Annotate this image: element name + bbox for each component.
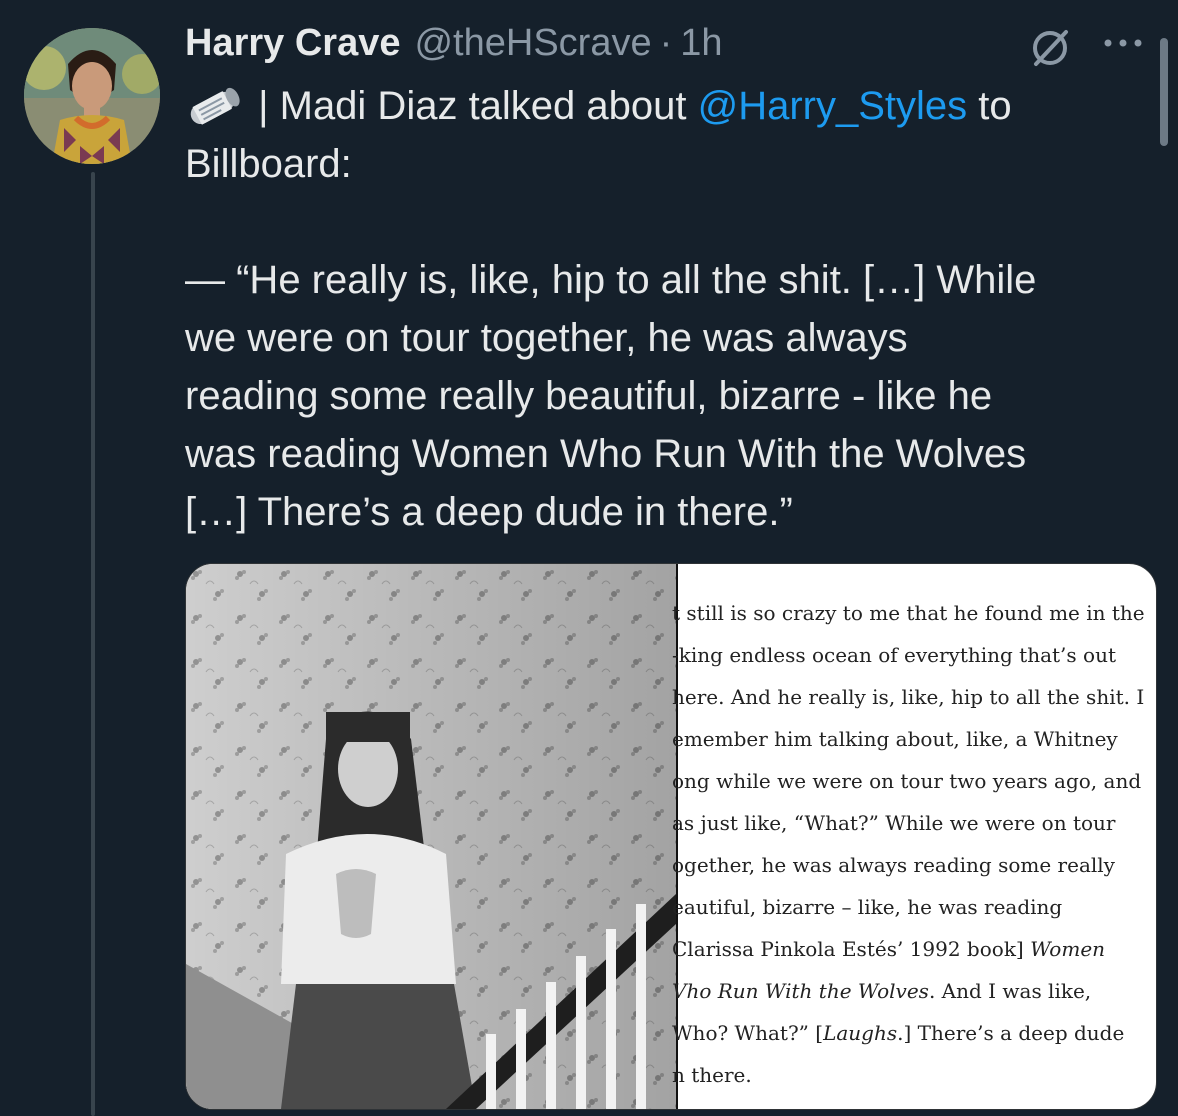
- grok-icon[interactable]: [1028, 26, 1072, 70]
- article-line-text: .] There’s a deep dude: [897, 1021, 1125, 1045]
- article-line: n there.: [672, 1063, 752, 1087]
- tweet-text-to: to: [967, 84, 1012, 128]
- quote-line: — “He really is, like, hip to all the sh…: [185, 258, 1037, 302]
- tweet-media[interactable]: t still is so crazy to me that he found …: [185, 563, 1157, 1110]
- article-italic-laughs: Laughs: [823, 1021, 898, 1045]
- article-line-text: Who? What?” [: [672, 1021, 824, 1045]
- article-italic-title: Vho Run With the Wolves: [672, 979, 929, 1003]
- tweet-line-2: Billboard:: [185, 142, 352, 186]
- quote-line: […] There’s a deep dude in there.”: [185, 490, 793, 534]
- article-line-text: . And I was like,: [928, 979, 1092, 1003]
- quote-line: was reading Women Who Run With the Wolve…: [185, 432, 1027, 476]
- article-line-text: Clarissa Pinkola Estés’ 1992 book]: [672, 937, 1031, 961]
- tweet-header: Harry Crave @theHScrave · 1h: [185, 18, 723, 68]
- avatar[interactable]: [24, 28, 160, 164]
- media-article-screenshot[interactable]: t still is so crazy to me that he found …: [672, 592, 1152, 1109]
- mention-link[interactable]: @Harry_Styles: [698, 84, 968, 128]
- timestamp[interactable]: 1h: [680, 18, 722, 68]
- rolled-newspaper-icon: [185, 85, 243, 125]
- separator-dot: ·: [659, 22, 673, 64]
- more-icon[interactable]: [1100, 28, 1146, 58]
- scrollbar[interactable]: [1160, 38, 1168, 146]
- tweet-text: | Madi Diaz talked about @Harry_Styles t…: [185, 77, 1145, 541]
- article-line: Vho Run With the Wolves. And I was like,: [672, 970, 1152, 1012]
- media-photo[interactable]: [186, 564, 676, 1109]
- quote-line: we were on tour together, he was always: [185, 316, 908, 360]
- avatar-image: [24, 28, 160, 164]
- author-handle[interactable]: @theHScrave: [414, 18, 651, 68]
- article-line: Clarissa Pinkola Estés’ 1992 book] Women: [672, 928, 1152, 970]
- thread-connector-line: [91, 172, 95, 1116]
- tweet-text-intro: | Madi Diaz talked about: [247, 84, 698, 128]
- quote-line: reading some really beautiful, bizarre -…: [185, 374, 993, 418]
- article-line: eautiful, bizarre – like, he was reading: [672, 895, 1063, 919]
- author-display-name[interactable]: Harry Crave: [185, 18, 400, 68]
- article-line: ogether, he was always reading some real…: [672, 853, 1115, 877]
- tweet-line-1: | Madi Diaz talked about @Harry_Styles t…: [185, 77, 1145, 135]
- article-line: t still is so crazy to me that he found …: [672, 601, 1145, 625]
- article-italic-title: Women: [1030, 937, 1106, 961]
- article-line: as just like, “What?” While we were on t…: [672, 811, 1116, 835]
- photo-image: [186, 564, 676, 1109]
- article-line: emember him talking about, like, a Whitn…: [672, 727, 1118, 751]
- article-line: Who? What?” [Laughs.] There’s a deep dud…: [672, 1012, 1152, 1054]
- article-line: here. And he really is, like, hip to all…: [672, 685, 1145, 709]
- article-line: -king endless ocean of everything that’s…: [672, 643, 1116, 667]
- article-line: ong while we were on tour two years ago,…: [672, 769, 1142, 793]
